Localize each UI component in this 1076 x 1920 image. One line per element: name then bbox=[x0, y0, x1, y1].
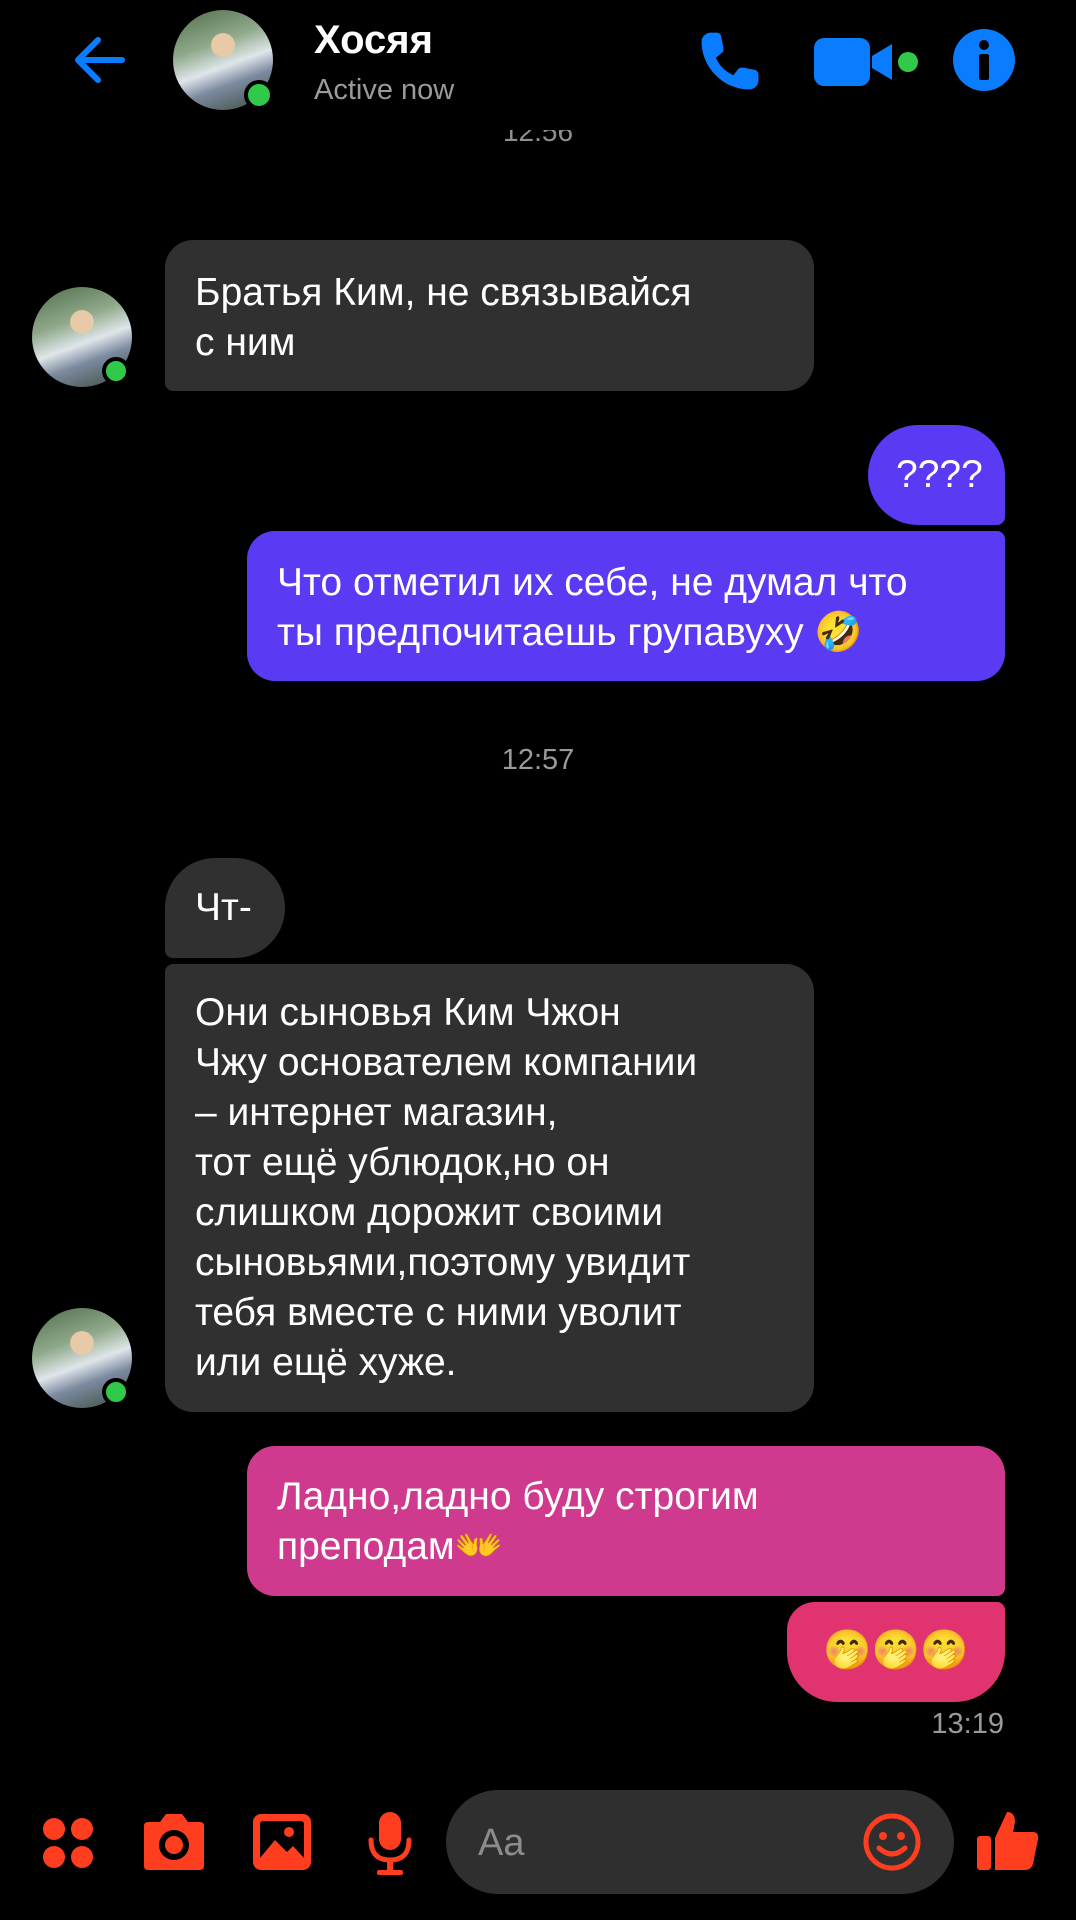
message-input-box[interactable] bbox=[446, 1790, 954, 1896]
timestamp-partial: 12:56 bbox=[502, 128, 574, 147]
timestamp: 13:19 bbox=[931, 1708, 1004, 1740]
contact-name[interactable]: Хосяя bbox=[314, 18, 433, 63]
video-camera-icon[interactable] bbox=[812, 32, 922, 92]
apps-grid-icon[interactable] bbox=[40, 1815, 96, 1871]
message-bubble-outgoing[interactable]: ???? bbox=[868, 425, 1005, 525]
contact-status: Active now bbox=[314, 74, 455, 106]
microphone-icon[interactable] bbox=[365, 1810, 415, 1876]
online-indicator bbox=[102, 357, 130, 385]
phone-icon[interactable] bbox=[695, 26, 765, 96]
emoji-icon[interactable] bbox=[862, 1812, 922, 1872]
online-indicator bbox=[102, 1378, 130, 1406]
camera-icon[interactable] bbox=[140, 1812, 208, 1872]
message-bubble-outgoing[interactable]: 🤭🤭🤭 bbox=[787, 1602, 1005, 1702]
back-arrow-icon[interactable] bbox=[68, 28, 132, 92]
message-input[interactable] bbox=[476, 1790, 860, 1896]
message-bubble-outgoing[interactable]: Ладно,ладно буду строгим преподам👐 bbox=[247, 1446, 1005, 1596]
message-bubble-incoming[interactable]: Братья Ким, не связывайся с ним bbox=[165, 240, 814, 391]
online-indicator bbox=[244, 80, 274, 110]
message-bubble-incoming[interactable]: Они сыновья Ким Чжон Чжу основателем ком… bbox=[165, 964, 814, 1412]
message-composer bbox=[0, 1770, 1076, 1920]
thumbs-up-icon[interactable] bbox=[975, 1808, 1041, 1874]
image-icon[interactable] bbox=[251, 1812, 313, 1872]
message-bubble-incoming[interactable]: Чт- bbox=[165, 858, 285, 958]
timestamp: 12:57 bbox=[501, 744, 575, 776]
chat-header: Хосяя Active now bbox=[0, 0, 1076, 130]
message-bubble-outgoing[interactable]: Что отметил их себе, не думал что ты пре… bbox=[247, 531, 1005, 681]
info-icon[interactable] bbox=[952, 28, 1016, 92]
